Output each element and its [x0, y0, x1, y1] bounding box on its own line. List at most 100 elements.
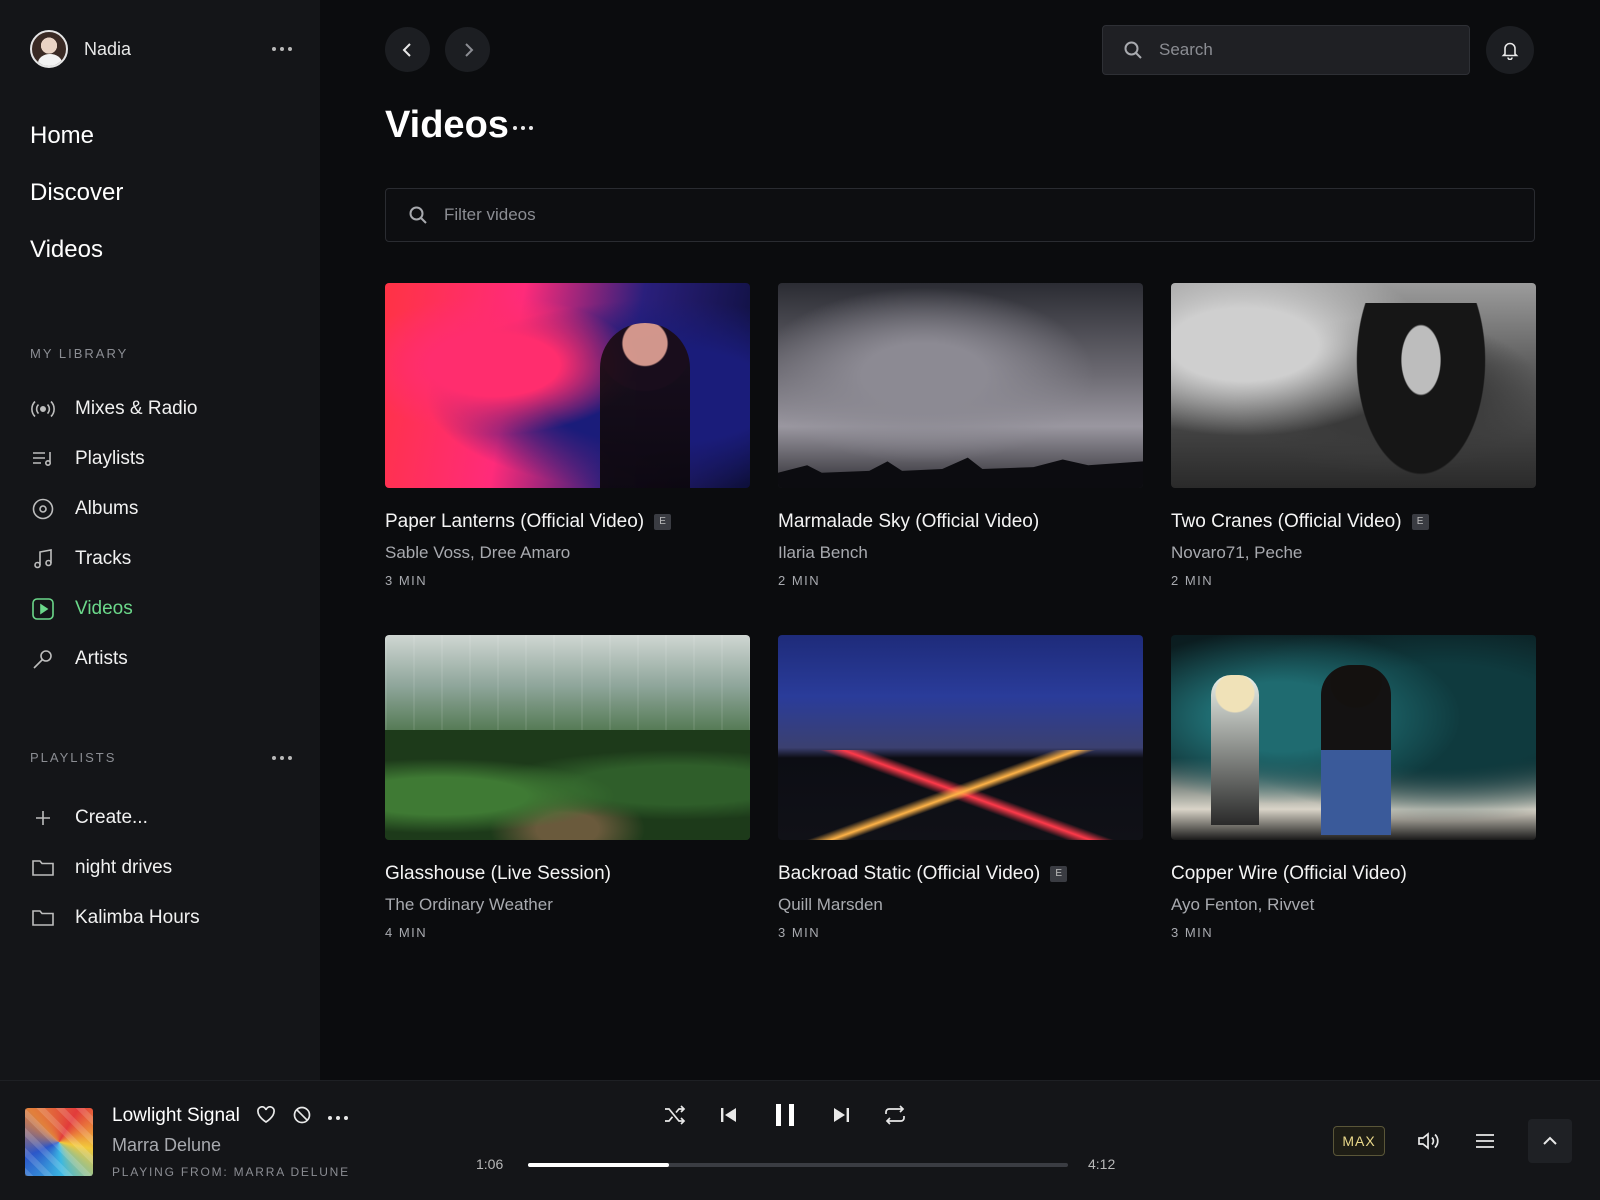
- skip-forward-icon: [834, 1108, 849, 1122]
- chevron-right-icon: [464, 42, 473, 57]
- video-duration: 3 MIN: [385, 573, 428, 588]
- video-thumbnail[interactable]: [1171, 635, 1536, 840]
- sidebar-item-artists[interactable]: Artists: [30, 634, 292, 684]
- avatar[interactable]: [30, 30, 68, 68]
- sidebar-item-tracks[interactable]: Tracks: [30, 534, 292, 584]
- sidebar-item-label: night drives: [75, 857, 173, 878]
- user-menu-icon[interactable]: [272, 47, 292, 51]
- progress-bar[interactable]: [528, 1163, 1068, 1167]
- video-artist[interactable]: The Ordinary Weather: [385, 895, 750, 915]
- playlist-icon: [30, 446, 56, 472]
- now-playing-title[interactable]: Lowlight Signal: [112, 1105, 240, 1127]
- video-card[interactable]: Copper Wire (Official Video) Ayo Fenton,…: [1171, 635, 1536, 987]
- repeat-button[interactable]: [883, 1104, 907, 1126]
- page-options-icon[interactable]: [513, 126, 533, 130]
- video-card[interactable]: Marmalade Sky (Official Video) Ilaria Be…: [778, 283, 1143, 635]
- nav-videos[interactable]: Videos: [30, 230, 123, 287]
- bell-icon: [1501, 42, 1519, 60]
- back-button[interactable]: [385, 27, 430, 72]
- player-bar: Lowlight Signal Marra Delune PLAYING FRO…: [0, 1080, 1600, 1200]
- sidebar-item-create-playlist[interactable]: Create...: [30, 793, 292, 843]
- playback-controls: [663, 1101, 907, 1129]
- quality-badge[interactable]: MAX: [1333, 1126, 1385, 1156]
- video-card[interactable]: Two Cranes (Official Video) E Novaro71, P…: [1171, 283, 1536, 635]
- volume-button[interactable]: [1412, 1125, 1444, 1157]
- notifications-button[interactable]: [1486, 26, 1534, 74]
- video-title[interactable]: Copper Wire (Official Video): [1171, 863, 1407, 885]
- sidebar-item-playlist-kalimba-hours[interactable]: Kalimba Hours: [30, 893, 292, 943]
- video-thumbnail[interactable]: [1171, 283, 1536, 488]
- filter-box[interactable]: [385, 188, 1535, 242]
- my-library-heading: MY LIBRARY: [30, 346, 129, 361]
- main-nav: Home Discover Videos: [30, 116, 123, 287]
- video-title[interactable]: Two Cranes (Official Video): [1171, 511, 1402, 533]
- video-artist[interactable]: Sable Voss, Dree Amaro: [385, 543, 750, 563]
- filter-input[interactable]: [444, 205, 1345, 225]
- now-playing-artist[interactable]: Marra Delune: [112, 1135, 221, 1156]
- forward-button[interactable]: [445, 27, 490, 72]
- next-button[interactable]: [831, 1105, 851, 1125]
- total-time: 4:12: [1088, 1156, 1116, 1172]
- library-list: Mixes & Radio Playlists Albums Tracks Vi…: [30, 384, 292, 684]
- heart-icon[interactable]: [256, 1106, 276, 1129]
- sidebar-item-label: Videos: [75, 598, 133, 619]
- video-card[interactable]: Backroad Static (Official Video) E Quill …: [778, 635, 1143, 987]
- skip-back-icon: [721, 1108, 736, 1122]
- menu-icon: [1476, 1134, 1494, 1148]
- previous-button[interactable]: [719, 1105, 739, 1125]
- video-artist[interactable]: Ilaria Bench: [778, 543, 1143, 563]
- sidebar-item-playlist-night-drives[interactable]: night drives: [30, 843, 292, 893]
- video-card[interactable]: Glasshouse (Live Session) The Ordinary W…: [385, 635, 750, 987]
- search-input[interactable]: [1159, 40, 1436, 60]
- user-profile[interactable]: Nadia: [30, 29, 292, 69]
- nav-discover[interactable]: Discover: [30, 173, 123, 230]
- volume-icon: [1418, 1132, 1439, 1150]
- album-icon: [30, 496, 56, 522]
- video-card[interactable]: Paper Lanterns (Official Video) E Sable V…: [385, 283, 750, 635]
- explicit-badge: E: [654, 514, 672, 530]
- nav-home[interactable]: Home: [30, 116, 123, 173]
- video-icon: [30, 596, 56, 622]
- video-thumbnail[interactable]: [778, 283, 1143, 488]
- playlists-menu-icon[interactable]: [272, 755, 292, 760]
- plus-icon: [30, 805, 56, 831]
- video-thumbnail[interactable]: [385, 283, 750, 488]
- video-title[interactable]: Paper Lanterns (Official Video): [385, 511, 644, 533]
- sidebar-item-videos[interactable]: Videos: [30, 584, 292, 634]
- shuffle-button[interactable]: [663, 1104, 687, 1126]
- expand-player-button[interactable]: [1528, 1119, 1572, 1163]
- now-playing-cover[interactable]: [25, 1108, 93, 1176]
- queue-button[interactable]: [1469, 1125, 1501, 1157]
- playlists-list: Create... night drives Kalimba Hours: [30, 793, 292, 943]
- video-artist[interactable]: Ayo Fenton, Rivvet: [1171, 895, 1536, 915]
- block-icon[interactable]: [292, 1105, 312, 1130]
- sidebar-item-mixes-radio[interactable]: Mixes & Radio: [30, 384, 292, 434]
- video-artist[interactable]: Quill Marsden: [778, 895, 1143, 915]
- search-icon: [1124, 41, 1142, 59]
- video-thumbnail[interactable]: [385, 635, 750, 840]
- radio-icon: [30, 396, 56, 422]
- video-artist[interactable]: Novaro71, Peche: [1171, 543, 1536, 563]
- playlists-heading: PLAYLISTS: [30, 750, 117, 765]
- progress-fill: [528, 1163, 670, 1167]
- chevron-up-icon: [1543, 1136, 1557, 1145]
- music-note-icon: [30, 546, 56, 572]
- playing-from[interactable]: PLAYING FROM: MARRA DELUNE: [112, 1165, 350, 1179]
- sidebar-item-label: Kalimba Hours: [75, 907, 200, 928]
- sidebar-item-label: Albums: [75, 498, 139, 519]
- sidebar-item-albums[interactable]: Albums: [30, 484, 292, 534]
- sidebar-item-playlists[interactable]: Playlists: [30, 434, 292, 484]
- video-title[interactable]: Marmalade Sky (Official Video): [778, 511, 1039, 533]
- video-title[interactable]: Glasshouse (Live Session): [385, 863, 611, 885]
- video-thumbnail[interactable]: [778, 635, 1143, 840]
- folder-icon: [30, 905, 56, 931]
- video-duration: 4 MIN: [385, 925, 428, 940]
- chevron-left-icon: [402, 42, 411, 57]
- user-name: Nadia: [84, 38, 132, 59]
- search-box[interactable]: [1102, 25, 1470, 75]
- track-options-icon[interactable]: [328, 1115, 348, 1120]
- microphone-icon: [30, 646, 56, 672]
- pause-button[interactable]: [771, 1101, 799, 1129]
- sidebar-item-label: Playlists: [75, 448, 145, 469]
- video-title[interactable]: Backroad Static (Official Video): [778, 863, 1040, 885]
